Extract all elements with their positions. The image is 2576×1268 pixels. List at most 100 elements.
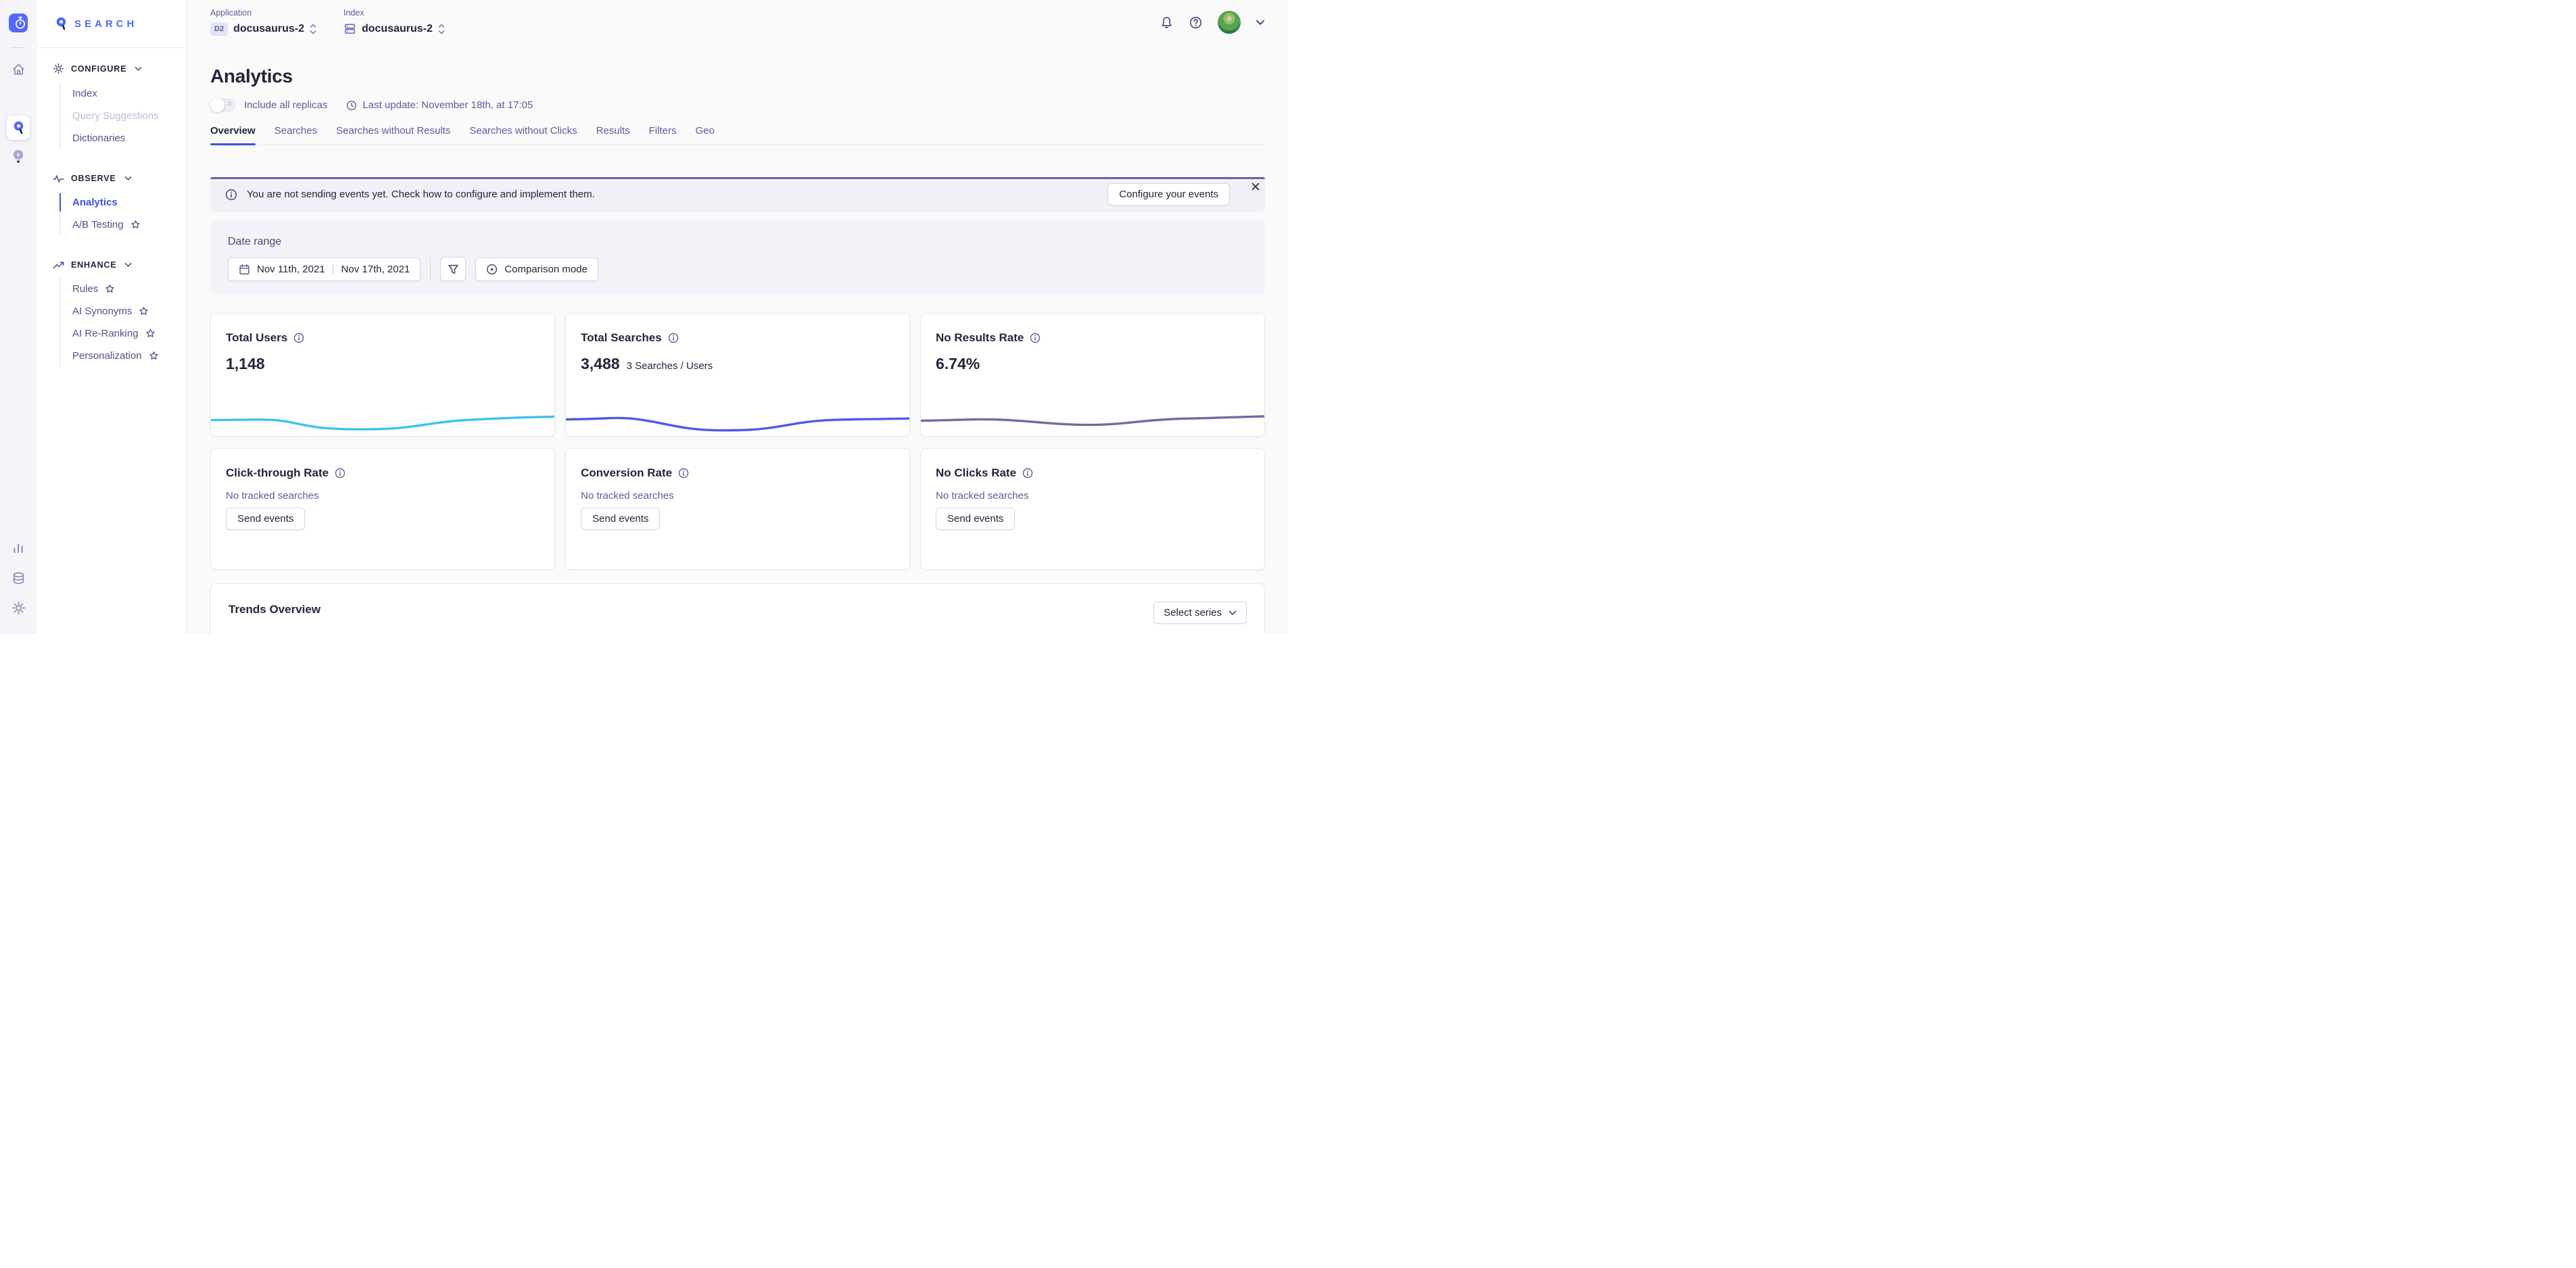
section-label: CONFIGURE <box>71 64 126 74</box>
date-range-button[interactable]: Nov 11th, 2021 | Nov 17th, 2021 <box>228 258 421 281</box>
sparkline-chart <box>566 401 909 432</box>
sidebar-item-ab-testing[interactable]: A/B Testing <box>59 214 186 236</box>
application-selector[interactable]: Application D2 docusaurus-2 <box>210 8 316 36</box>
sidebar-item-label: AI Synonyms <box>72 306 132 317</box>
sidebar-item-label: Query Suggestions <box>72 110 159 122</box>
comparison-mode-label: Comparison mode <box>504 264 588 275</box>
product-logo[interactable]: SEARCH <box>37 0 186 48</box>
comparison-mode-button[interactable]: Comparison mode <box>475 258 598 281</box>
date-end: Nov 17th, 2021 <box>341 264 410 275</box>
section-label: OBSERVE <box>71 174 116 183</box>
filter-button[interactable] <box>440 257 466 281</box>
star-icon <box>105 284 115 294</box>
analytics-tabs: Overview Searches Searches without Resul… <box>210 125 1265 145</box>
rail-divider <box>11 47 25 48</box>
date-separator: | <box>332 264 335 275</box>
sidebar-section-header-enhance[interactable]: ENHANCE <box>37 260 186 270</box>
app-root: SEARCH CONFIGURE Index Query Suggestions <box>0 0 1288 634</box>
chevron-updown-icon <box>310 24 316 34</box>
banner-close-button[interactable] <box>1248 179 1263 194</box>
sidebar-section-observe: OBSERVE Analytics A/B Testing <box>37 174 186 237</box>
application-badge: D2 <box>210 22 228 36</box>
search-logo-icon <box>55 16 68 32</box>
sidebar-item-analytics[interactable]: Analytics <box>59 191 186 214</box>
sidebar-section-header-observe[interactable]: OBSERVE <box>37 174 186 183</box>
page-meta-row: Include all replicas Last update: Novemb… <box>210 99 1265 112</box>
user-menu-button[interactable] <box>1256 20 1265 26</box>
sidebar-item-label: Analytics <box>72 197 118 208</box>
toggle-knob <box>210 98 224 112</box>
configure-events-button[interactable]: Configure your events <box>1107 183 1230 205</box>
notifications-button[interactable] <box>1160 16 1174 30</box>
send-events-button[interactable]: Send events <box>226 508 305 530</box>
select-series-button[interactable]: Select series <box>1153 602 1247 624</box>
rail-recommend-button[interactable] <box>7 147 30 167</box>
card-title: No Clicks Rate <box>936 466 1016 480</box>
trial-timer-button[interactable] <box>9 14 28 32</box>
question-circle-icon <box>1189 16 1203 30</box>
include-replicas-toggle[interactable] <box>210 99 235 112</box>
rail-home-button[interactable] <box>7 59 30 79</box>
topbar: Application D2 docusaurus-2 Index docusa… <box>187 0 1288 47</box>
sidebar-item-ai-re-ranking[interactable]: AI Re-Ranking <box>59 322 186 345</box>
application-value: docusaurus-2 <box>233 23 304 35</box>
card-title: No Results Rate <box>936 331 1024 345</box>
toggle-off-x-icon <box>226 101 233 107</box>
application-label: Application <box>210 8 316 18</box>
card-status: No tracked searches <box>581 490 895 502</box>
index-selector[interactable]: Index docusaurus-2 <box>343 8 445 35</box>
sidebar-item-label: Rules <box>72 283 98 295</box>
sidebar-item-dictionaries[interactable]: Dictionaries <box>59 127 186 149</box>
card-status: No tracked searches <box>936 490 1249 502</box>
sidebar-nav: CONFIGURE Index Query Suggestions Dictio… <box>37 48 186 368</box>
rail-search-button-active[interactable] <box>7 116 30 140</box>
info-circle-icon[interactable] <box>668 333 679 343</box>
index-label: Index <box>343 8 445 18</box>
card-title: Conversion Rate <box>581 466 672 480</box>
tab-filters[interactable]: Filters <box>649 125 677 145</box>
main-area: Application D2 docusaurus-2 Index docusa… <box>187 0 1288 634</box>
rail-settings-button[interactable] <box>7 598 30 618</box>
date-start: Nov 11th, 2021 <box>257 264 325 275</box>
star-icon <box>149 351 159 361</box>
sidebar: SEARCH CONFIGURE Index Query Suggestions <box>37 0 187 634</box>
card-title: Click-through Rate <box>226 466 329 480</box>
sidebar-item-ai-synonyms[interactable]: AI Synonyms <box>59 300 186 322</box>
info-circle-icon[interactable] <box>1022 468 1033 479</box>
tab-overview[interactable]: Overview <box>210 125 256 145</box>
help-button[interactable] <box>1189 16 1203 30</box>
close-icon <box>1251 182 1260 191</box>
tab-searches-without-clicks[interactable]: Searches without Clicks <box>469 125 577 145</box>
rail-data-button[interactable] <box>7 568 30 588</box>
send-events-button[interactable]: Send events <box>936 508 1015 530</box>
info-circle-icon[interactable] <box>1030 333 1041 343</box>
bell-icon <box>1160 16 1174 30</box>
send-events-button[interactable]: Send events <box>581 508 660 530</box>
tab-searches[interactable]: Searches <box>275 125 317 145</box>
chevron-down-icon <box>1256 20 1265 26</box>
user-avatar[interactable] <box>1218 11 1241 34</box>
info-circle-icon[interactable] <box>678 468 689 479</box>
info-circle-icon[interactable] <box>293 333 304 343</box>
card-status: No tracked searches <box>226 490 540 502</box>
tab-searches-without-results[interactable]: Searches without Results <box>336 125 450 145</box>
sidebar-section-header-configure[interactable]: CONFIGURE <box>37 63 186 74</box>
star-icon <box>130 220 141 230</box>
sidebar-item-label: A/B Testing <box>72 219 124 230</box>
sidebar-item-label: Dictionaries <box>72 132 125 144</box>
metric-card-total-users: Total Users 1,148 <box>210 313 555 437</box>
event-cards-row: Click-through Rate No tracked searches S… <box>210 448 1265 570</box>
sidebar-item-personalization[interactable]: Personalization <box>59 345 186 367</box>
rail-analytics-button[interactable] <box>7 538 30 558</box>
rail-bottom-group <box>7 538 30 618</box>
sidebar-item-rules[interactable]: Rules <box>59 278 186 300</box>
sidebar-item-label: Personalization <box>72 350 142 362</box>
sidebar-item-query-suggestions[interactable]: Query Suggestions <box>59 105 186 127</box>
sidebar-section-enhance: ENHANCE Rules AI Synonyms AI Re-Ranking <box>37 260 186 368</box>
tab-results[interactable]: Results <box>596 125 630 145</box>
tab-geo[interactable]: Geo <box>695 125 714 145</box>
info-circle-icon[interactable] <box>335 468 345 479</box>
card-subtitle: 3 Searches / Users <box>627 360 713 372</box>
controls-divider <box>430 258 431 281</box>
sidebar-item-index[interactable]: Index <box>59 82 186 105</box>
